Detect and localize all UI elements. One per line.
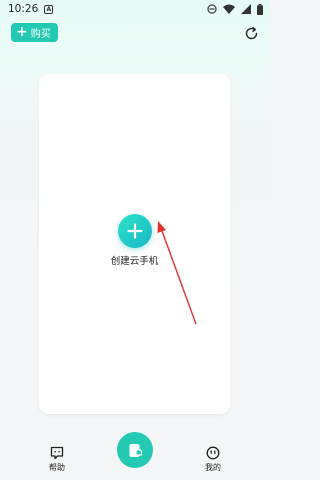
create-cloud-phone-button[interactable] [117, 214, 152, 248]
battery-icon [257, 3, 263, 15]
refresh-button[interactable] [242, 24, 260, 42]
status-bar: 10:26 A [0, 0, 270, 18]
phone-card-icon [129, 443, 142, 457]
profile-face-icon [206, 446, 220, 460]
status-right [207, 3, 263, 15]
app-screen: 10:26 A + 购买 创建云手机 帮助 我的 [0, 0, 270, 480]
status-time: 10:26 [8, 3, 39, 15]
notification-app-icon: A [44, 4, 54, 14]
cloud-phone-home-button[interactable] [117, 432, 153, 468]
create-cloud-phone-block: 创建云手机 [39, 214, 230, 267]
status-left: 10:26 A [8, 3, 54, 15]
create-cloud-phone-label: 创建云手机 [110, 256, 159, 267]
buy-label: 购买 [30, 29, 51, 40]
plus-icon [126, 223, 143, 239]
cloud-phone-card: 创建云手机 [39, 74, 230, 414]
nav-help[interactable]: 帮助 [37, 446, 77, 473]
bottom-nav: 帮助 我的 [0, 430, 270, 480]
top-bar: + 购买 [0, 22, 270, 46]
nav-mine[interactable]: 我的 [193, 446, 233, 473]
signal-icon [241, 4, 251, 14]
buy-button[interactable]: + 购买 [11, 23, 58, 42]
nav-help-label: 帮助 [49, 463, 65, 472]
plus-icon: + [16, 24, 28, 40]
help-chat-icon [50, 446, 64, 460]
wifi-icon [223, 4, 235, 14]
nav-mine-label: 我的 [205, 463, 221, 472]
refresh-icon [245, 26, 257, 39]
do-not-disturb-icon [207, 4, 217, 14]
